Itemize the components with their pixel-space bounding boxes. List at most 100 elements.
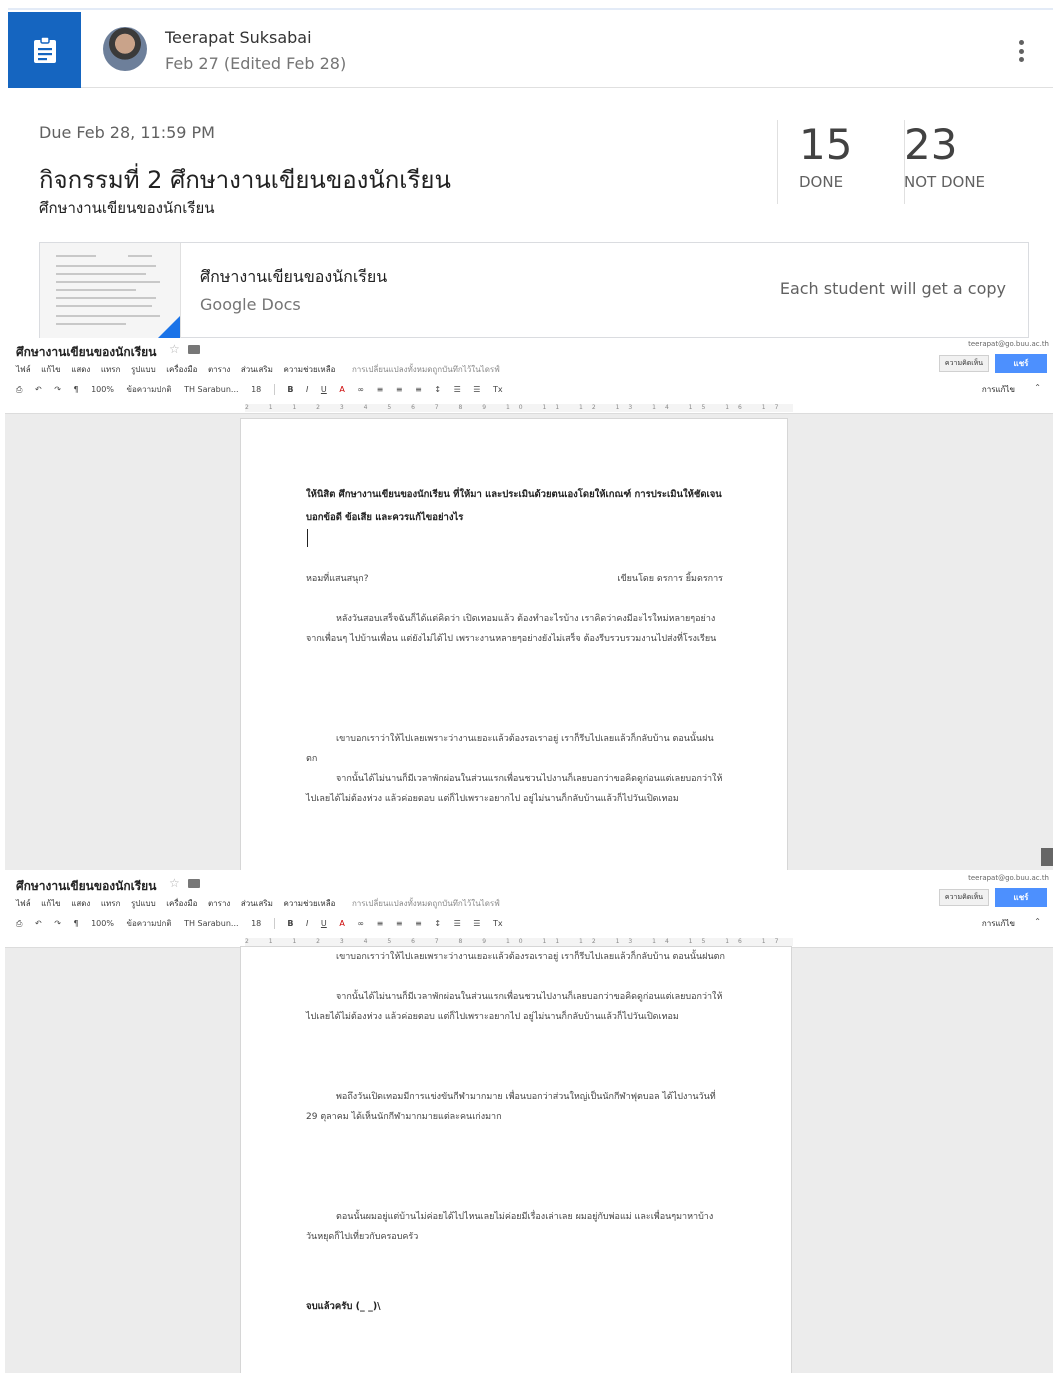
- menu-edit[interactable]: แก้ไข: [41, 899, 61, 908]
- clear-format-icon[interactable]: Tx: [493, 919, 503, 928]
- menu-format[interactable]: รูปแบบ: [131, 899, 156, 908]
- not-done-stat[interactable]: 23 NOT DONE: [904, 120, 985, 191]
- undo-icon[interactable]: ↶: [35, 919, 42, 928]
- menu-view[interactable]: แสดง: [71, 899, 90, 908]
- redo-icon[interactable]: ↷: [54, 919, 61, 928]
- bold-icon[interactable]: B: [287, 919, 293, 928]
- share-button[interactable]: แชร์: [995, 354, 1047, 373]
- share-button[interactable]: แชร์: [995, 888, 1047, 907]
- account-email[interactable]: teerapat@go.buu.ac.th: [968, 874, 1049, 882]
- essay-author: เขียนโดย ดรการ ยิ้มดรการ: [617, 574, 723, 584]
- menu-table[interactable]: ตาราง: [208, 899, 230, 908]
- collapse-icon[interactable]: ⌃: [1034, 383, 1041, 392]
- assignment-card: Teerapat Suksabai Feb 27 (Edited Feb 28)…: [8, 8, 1053, 338]
- font-size-select[interactable]: 18: [251, 385, 261, 394]
- numbered-list-icon[interactable]: ☰: [454, 385, 461, 394]
- print-icon[interactable]: ⎙: [16, 919, 22, 928]
- zoom-select[interactable]: 100%: [91, 385, 114, 394]
- menu-file[interactable]: ไฟล์: [16, 899, 31, 908]
- menu-table[interactable]: ตาราง: [208, 365, 230, 374]
- doc-page[interactable]: ให้นิสิต ศึกษางานเขียนของนักเรียน ที่ให้…: [240, 418, 788, 870]
- line-spacing-icon[interactable]: ↕: [434, 919, 441, 928]
- toolbar: ⎙ ↶ ↷ ¶ 100% ข้อความปกติ TH Sarabun... 1…: [16, 917, 1045, 933]
- font-select[interactable]: TH Sarabun...: [184, 385, 238, 394]
- doc-title[interactable]: ศึกษางานเขียนของนักเรียน: [16, 877, 156, 896]
- menu-edit[interactable]: แก้ไข: [41, 365, 61, 374]
- docs-chrome: ศึกษางานเขียนของนักเรียน ☆ teerapat@go.b…: [5, 872, 1053, 948]
- menu-format[interactable]: รูปแบบ: [131, 365, 156, 374]
- redo-icon[interactable]: ↷: [54, 385, 61, 394]
- menu-addons[interactable]: ส่วนเสริม: [241, 899, 273, 908]
- text-color-icon[interactable]: A: [339, 385, 344, 394]
- menu-help[interactable]: ความช่วยเหลือ: [283, 899, 335, 908]
- doc-page[interactable]: เขาบอกเราว่าให้ไปเลยเพราะว่างานเยอะแล้วต…: [240, 946, 792, 1373]
- side-panel-tab[interactable]: [1041, 848, 1053, 866]
- editing-mode[interactable]: การแก้ไข: [982, 917, 1015, 930]
- folder-icon[interactable]: [188, 345, 200, 354]
- docs-chrome: ศึกษางานเขียนของนักเรียน ☆ teerapat@go.b…: [5, 338, 1053, 414]
- menu-insert[interactable]: แทรก: [101, 365, 121, 374]
- done-stat[interactable]: 15 DONE: [799, 120, 852, 191]
- menu-bar: ไฟล์ แก้ไข แสดง แทรก รูปแบบ เครื่องมือ ต…: [16, 897, 508, 910]
- link-icon[interactable]: ∞: [357, 385, 364, 394]
- style-select[interactable]: ข้อความปกติ: [127, 385, 172, 394]
- menu-file[interactable]: ไฟล์: [16, 365, 31, 374]
- menu-tools[interactable]: เครื่องมือ: [166, 365, 197, 374]
- underline-icon[interactable]: U: [321, 385, 327, 394]
- attachment[interactable]: ศึกษางานเขียนของนักเรียน Google Docs Eac…: [39, 242, 1029, 338]
- star-icon[interactable]: ☆: [169, 342, 180, 356]
- essay-paragraph: พอถึงวันเปิดเทอมมีการแข่งขันกีฬามากมาย เ…: [306, 1092, 716, 1122]
- ruler[interactable]: 2 1 1 2 3 4 5 6 7 8 9 10 11 12 13 14 15 …: [245, 404, 793, 412]
- save-status[interactable]: การเปลี่ยนแปลงทั้งหมดถูกบันทึกไว้ในไดรฟ์: [352, 365, 500, 374]
- align-left-icon[interactable]: ≡: [377, 919, 384, 928]
- save-status[interactable]: การเปลี่ยนแปลงทั้งหมดถูกบันทึกไว้ในไดรฟ์: [352, 899, 500, 908]
- menu-tools[interactable]: เครื่องมือ: [166, 899, 197, 908]
- doc-thumbnail: [40, 243, 181, 338]
- doc-title[interactable]: ศึกษางานเขียนของนักเรียน: [16, 343, 156, 362]
- undo-icon[interactable]: ↶: [35, 385, 42, 394]
- more-vert-icon[interactable]: [1019, 40, 1025, 62]
- align-center-icon[interactable]: ≡: [396, 385, 403, 394]
- style-select[interactable]: ข้อความปกติ: [127, 919, 172, 928]
- attachment-type: Google Docs: [200, 295, 301, 314]
- bulleted-list-icon[interactable]: ☰: [473, 919, 480, 928]
- due-date: Due Feb 28, 11:59 PM: [39, 123, 215, 142]
- link-icon[interactable]: ∞: [357, 919, 364, 928]
- comments-button[interactable]: ความคิดเห็น: [939, 355, 989, 372]
- italic-icon[interactable]: I: [306, 385, 308, 394]
- bold-icon[interactable]: B: [287, 385, 293, 394]
- star-icon[interactable]: ☆: [169, 876, 180, 890]
- ruler[interactable]: 2 1 1 2 3 4 5 6 7 8 9 10 11 12 13 14 15 …: [245, 938, 793, 946]
- italic-icon[interactable]: I: [306, 919, 308, 928]
- font-size-select[interactable]: 18: [251, 919, 261, 928]
- numbered-list-icon[interactable]: ☰: [454, 919, 461, 928]
- text-color-icon[interactable]: A: [339, 919, 344, 928]
- line-spacing-icon[interactable]: ↕: [434, 385, 441, 394]
- align-right-icon[interactable]: ≡: [415, 919, 422, 928]
- text-cursor: [307, 529, 308, 547]
- align-right-icon[interactable]: ≡: [415, 385, 422, 394]
- print-icon[interactable]: ⎙: [16, 385, 22, 394]
- avatar[interactable]: [103, 27, 147, 71]
- menu-help[interactable]: ความช่วยเหลือ: [283, 365, 335, 374]
- align-center-icon[interactable]: ≡: [396, 919, 403, 928]
- paint-format-icon[interactable]: ¶: [73, 385, 78, 394]
- bulleted-list-icon[interactable]: ☰: [473, 385, 480, 394]
- folder-icon[interactable]: [188, 879, 200, 888]
- author-name[interactable]: Teerapat Suksabai: [165, 28, 312, 47]
- account-email[interactable]: teerapat@go.buu.ac.th: [968, 340, 1049, 348]
- collapse-icon[interactable]: ⌃: [1034, 917, 1041, 926]
- menu-view[interactable]: แสดง: [71, 365, 90, 374]
- underline-icon[interactable]: U: [321, 919, 327, 928]
- zoom-select[interactable]: 100%: [91, 919, 114, 928]
- clear-format-icon[interactable]: Tx: [493, 385, 503, 394]
- menu-addons[interactable]: ส่วนเสริม: [241, 365, 273, 374]
- essay-paragraph: จากนั้นได้ไม่นานก็มีเวลาพักผ่อนในส่วนแรก…: [306, 774, 723, 804]
- paint-format-icon[interactable]: ¶: [73, 919, 78, 928]
- menu-insert[interactable]: แทรก: [101, 899, 121, 908]
- comments-button[interactable]: ความคิดเห็น: [939, 889, 989, 906]
- font-select[interactable]: TH Sarabun...: [184, 919, 238, 928]
- assignment-title: กิจกรรมที่ 2 ศึกษางานเขียนของนักเรียน: [39, 166, 451, 194]
- align-left-icon[interactable]: ≡: [377, 385, 384, 394]
- editing-mode[interactable]: การแก้ไข: [982, 383, 1015, 396]
